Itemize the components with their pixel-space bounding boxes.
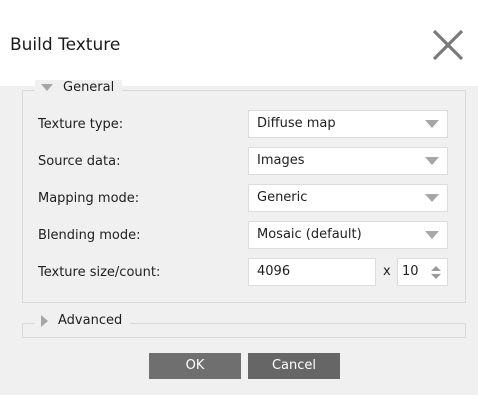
general-toggle[interactable]: General bbox=[35, 80, 123, 95]
ok-button[interactable]: OK bbox=[149, 353, 241, 379]
cancel-button[interactable]: Cancel bbox=[248, 353, 340, 379]
texture-size-label: Texture size/count: bbox=[38, 265, 161, 280]
mapping-mode-label: Mapping mode: bbox=[38, 191, 140, 206]
dialog-title: Build Texture bbox=[10, 35, 121, 55]
build-texture-dialog: Build Texture General Texture type: Diff… bbox=[0, 0, 478, 395]
advanced-label: Advanced bbox=[58, 313, 123, 328]
spin-up-icon[interactable] bbox=[431, 266, 441, 271]
texture-type-select[interactable]: Diffuse map bbox=[248, 110, 448, 138]
texture-type-label: Texture type: bbox=[38, 117, 124, 132]
texture-count-value: 10 bbox=[402, 264, 419, 279]
texture-count-spinbox[interactable]: 10 bbox=[397, 258, 448, 286]
advanced-group: Advanced bbox=[22, 313, 466, 338]
advanced-toggle[interactable]: Advanced bbox=[35, 313, 131, 328]
blending-mode-select[interactable]: Mosaic (default) bbox=[248, 221, 448, 249]
expand-right-icon bbox=[41, 314, 48, 327]
chevron-down-icon bbox=[425, 231, 439, 239]
source-data-select[interactable]: Images bbox=[248, 147, 448, 175]
size-count-separator: x bbox=[383, 264, 391, 279]
general-label: General bbox=[63, 80, 115, 95]
source-data-value: Images bbox=[257, 153, 305, 168]
blending-mode-value: Mosaic (default) bbox=[257, 227, 362, 242]
texture-size-input[interactable]: 4096 bbox=[248, 258, 376, 286]
source-data-label: Source data: bbox=[38, 154, 121, 169]
chevron-down-icon bbox=[425, 194, 439, 202]
spin-down-icon[interactable] bbox=[431, 274, 441, 279]
expand-down-icon bbox=[41, 84, 53, 91]
blending-mode-label: Blending mode: bbox=[38, 228, 141, 243]
texture-type-value: Diffuse map bbox=[257, 116, 336, 131]
chevron-down-icon bbox=[425, 120, 439, 128]
close-icon[interactable] bbox=[430, 27, 466, 63]
dialog-header: Build Texture bbox=[0, 0, 478, 86]
chevron-down-icon bbox=[425, 157, 439, 165]
mapping-mode-select[interactable]: Generic bbox=[248, 184, 448, 212]
mapping-mode-value: Generic bbox=[257, 190, 308, 205]
